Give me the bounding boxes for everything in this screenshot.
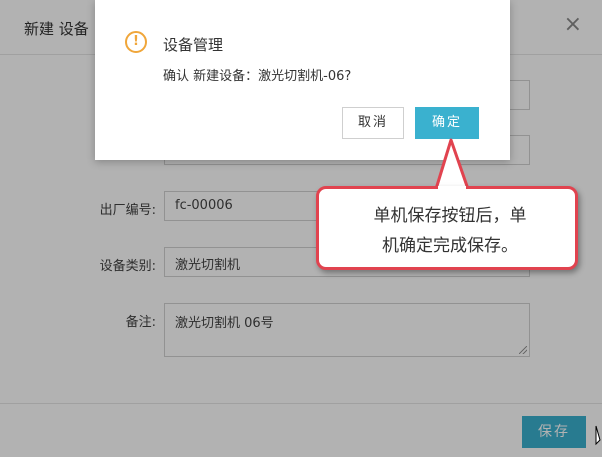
callout-text: 单机保存按钮后，单 机确定完成保存。 <box>335 201 565 261</box>
callout-line-2: 机确定完成保存。 <box>382 236 518 256</box>
callout-line-1: 单机保存按钮后，单 <box>373 206 527 226</box>
instruction-callout: 单机保存按钮后，单 机确定完成保存。 <box>316 186 578 270</box>
